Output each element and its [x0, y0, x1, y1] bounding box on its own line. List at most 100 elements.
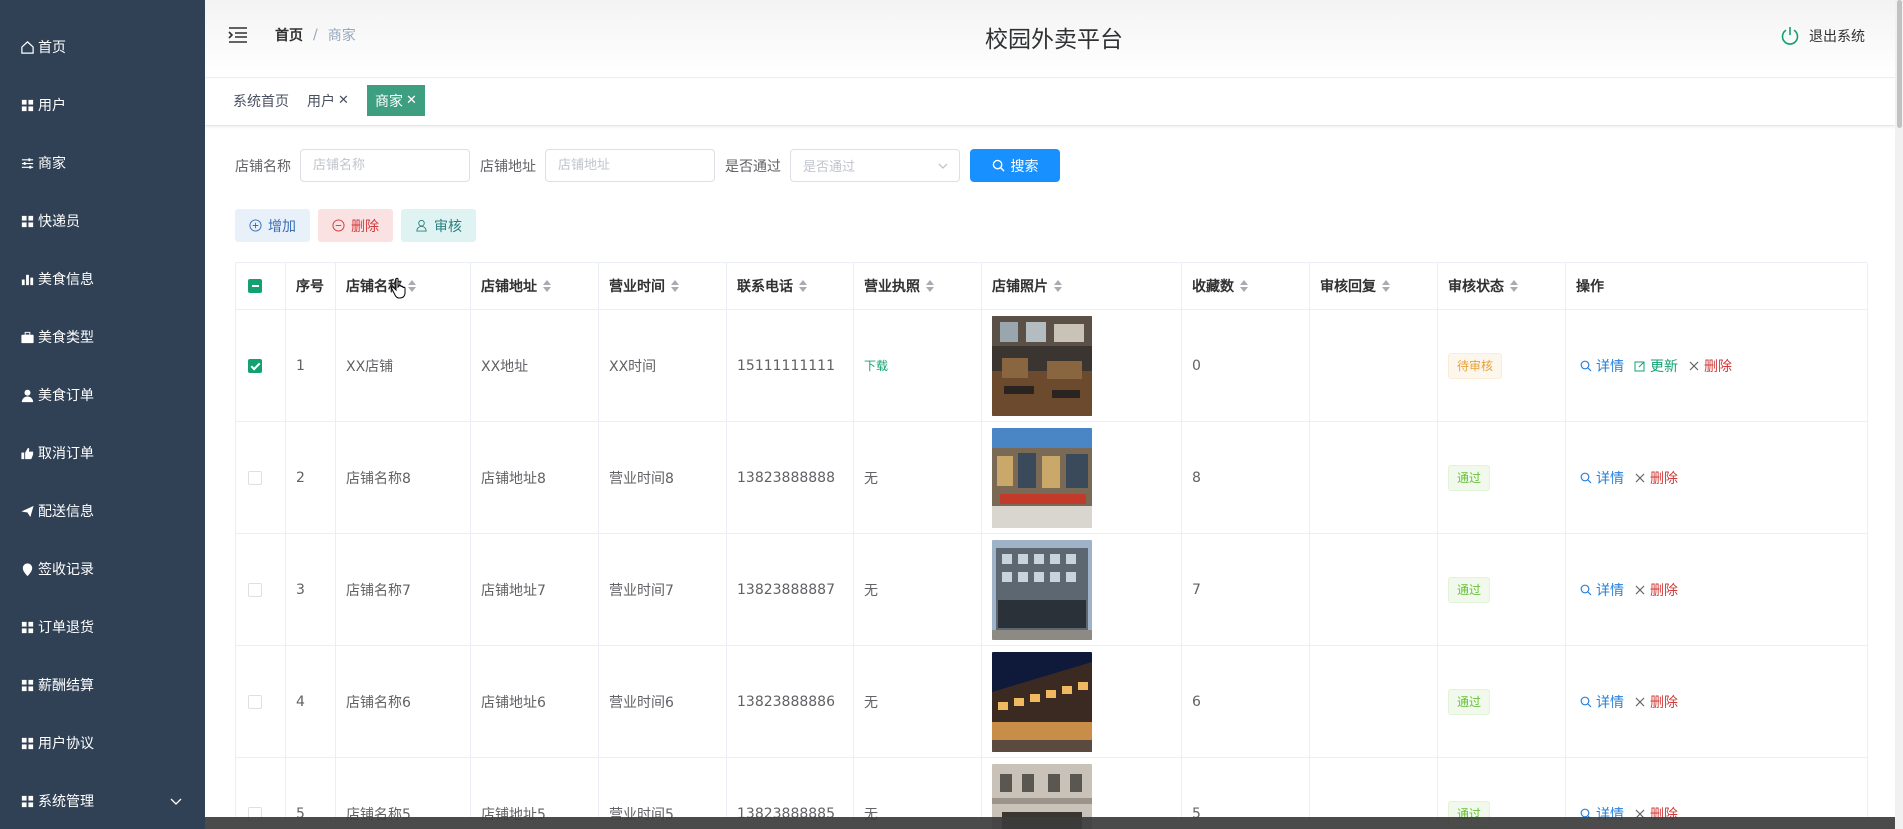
shop-photo [992, 427, 1092, 528]
delete-button[interactable]: 删除 [1688, 356, 1732, 376]
table-row: 4 店铺名称6 店铺地址6 营业时间6 13823888886 无 6 通过 详情 删除 [236, 646, 1868, 758]
detail-button[interactable]: 详情 [1580, 580, 1624, 600]
row-checkbox[interactable] [248, 694, 262, 709]
sidebar-item-1[interactable]: 用户 [0, 76, 205, 134]
cell-shop-name: XX店铺 [346, 358, 394, 375]
menu-collapse-icon[interactable] [227, 24, 249, 46]
user-icon [416, 219, 427, 232]
shop-address-label: 店铺地址 [480, 158, 536, 175]
merchant-table: 序号 店铺名称 店铺地址 营业时间 联系电话 营业执照 店铺照片 收藏数 审核回复 审核状态 操作 1… [235, 262, 1868, 829]
close-icon[interactable]: ✕ [338, 93, 349, 108]
delete-label: 删除 [1650, 470, 1678, 487]
sidebar-item-4[interactable]: 美食信息 [0, 250, 205, 308]
cell-license: 无 [864, 470, 878, 487]
sidebar-item-12[interactable]: 用户协议 [0, 714, 205, 772]
search-icon [1580, 696, 1592, 707]
license-download-link[interactable]: 下载 [864, 357, 888, 374]
column-header: 审核状态 [1438, 263, 1566, 309]
shop-photo [992, 315, 1092, 416]
delete-label: 删除 [1650, 694, 1678, 711]
cell-phone: 13823888886 [737, 693, 835, 710]
sidebar-item-label: 商家 [38, 156, 66, 172]
chevron-down-icon [938, 163, 948, 169]
sidebar-item-2[interactable]: 商家 [0, 134, 205, 192]
vertical-scrollbar-thumb[interactable] [1897, 0, 1902, 128]
close-icon [1635, 473, 1645, 482]
grid-icon [19, 97, 35, 113]
column-header-label: 收藏数 [1192, 279, 1234, 295]
sort-caret-icon[interactable] [1054, 280, 1062, 292]
row-checkbox[interactable] [248, 470, 262, 485]
add-button[interactable]: 增加 [235, 209, 310, 242]
column-header: 营业执照 [854, 263, 982, 309]
sort-caret-icon[interactable] [1240, 280, 1248, 292]
sidebar-item-11[interactable]: 薪酬结算 [0, 656, 205, 714]
sort-caret-icon[interactable] [1510, 280, 1518, 292]
minus-circle-icon [332, 219, 345, 232]
approved-select-placeholder: 是否通过 [803, 160, 856, 175]
row-checkbox[interactable] [248, 358, 262, 373]
row-checkbox[interactable] [248, 582, 262, 597]
sort-caret-icon[interactable] [671, 280, 679, 292]
app-root: 首页 用户 商家 快递员 美食信息 美食类型 美食订单 取消订单 配送信息 签收记录 订单退货 薪酬结… [0, 0, 1903, 829]
delete-button[interactable]: 删除 [1634, 580, 1678, 600]
logout-button[interactable]: 退出系统 [1779, 25, 1865, 47]
search-button[interactable]: 搜索 [970, 149, 1060, 182]
cell-phone: 13823888887 [737, 581, 835, 598]
sort-caret-icon[interactable] [543, 280, 551, 292]
shop-name-input[interactable] [300, 149, 470, 182]
delete-button[interactable]: 删除 [1634, 692, 1678, 712]
column-header: 店铺地址 [471, 263, 599, 309]
tag-label: 商家 [375, 93, 403, 110]
grid-icon [19, 793, 35, 809]
cell-license: 无 [864, 582, 878, 599]
sidebar-item-6[interactable]: 美食订单 [0, 366, 205, 424]
sidebar-item-8[interactable]: 配送信息 [0, 482, 205, 540]
sidebar-item-5[interactable]: 美食类型 [0, 308, 205, 366]
approved-select[interactable]: 是否通过 [790, 149, 960, 182]
column-header-label: 审核状态 [1448, 279, 1504, 295]
close-icon[interactable]: ✕ [406, 93, 417, 108]
detail-label: 详情 [1596, 582, 1624, 599]
sort-caret-icon[interactable] [408, 280, 416, 292]
detail-button[interactable]: 详情 [1580, 468, 1624, 488]
sidebar-item-10[interactable]: 订单退货 [0, 598, 205, 656]
tag-1[interactable]: 用户 ✕ [299, 85, 357, 116]
detail-button[interactable]: 详情 [1580, 692, 1624, 712]
sidebar-item-9[interactable]: 签收记录 [0, 540, 205, 598]
shop-address-input[interactable] [545, 149, 715, 182]
batch-delete-button[interactable]: 删除 [318, 209, 393, 242]
delete-button[interactable]: 删除 [1634, 468, 1678, 488]
tag-0[interactable]: 系统首页 [225, 85, 297, 116]
sidebar-item-13[interactable]: 系统管理 [0, 772, 205, 829]
sidebar-item-0[interactable]: 首页 [0, 18, 205, 76]
column-header: 审核回复 [1310, 263, 1438, 309]
audit-button[interactable]: 审核 [401, 209, 476, 242]
sort-caret-icon[interactable] [799, 280, 807, 292]
cell-index: 1 [296, 357, 305, 374]
column-header: 收藏数 [1182, 263, 1310, 309]
briefcase-icon [19, 329, 35, 345]
sort-caret-icon[interactable] [926, 280, 934, 292]
breadcrumb-home[interactable]: 首页 [275, 25, 303, 45]
row-actions: 详情 删除 [1580, 580, 1678, 600]
sort-caret-icon[interactable] [1382, 280, 1390, 292]
table-row: 3 店铺名称7 店铺地址7 营业时间7 13823888887 无 7 通过 详情 删除 [236, 534, 1868, 646]
row-actions: 详情 删除 [1580, 468, 1678, 488]
select-all-checkbox[interactable] [248, 279, 262, 293]
sidebar-item-7[interactable]: 取消订单 [0, 424, 205, 482]
detail-button[interactable]: 详情 [1580, 356, 1624, 376]
add-button-label: 增加 [268, 218, 296, 235]
horizontal-scrollbar[interactable] [205, 817, 1895, 829]
tag-2[interactable]: 商家 ✕ [367, 85, 425, 116]
cell-hours: 营业时间6 [609, 694, 674, 711]
send-icon [19, 503, 35, 519]
location-icon [19, 561, 35, 577]
table-row: 2 店铺名称8 店铺地址8 营业时间8 13823888888 无 8 通过 详情 删除 [236, 422, 1868, 534]
column-header: 序号 [286, 263, 336, 309]
update-button[interactable]: 更新 [1634, 356, 1678, 376]
column-header-label: 联系电话 [737, 279, 793, 295]
sidebar-item-3[interactable]: 快递员 [0, 192, 205, 250]
detail-label: 详情 [1596, 358, 1624, 375]
cell-favorites: 8 [1192, 469, 1201, 486]
